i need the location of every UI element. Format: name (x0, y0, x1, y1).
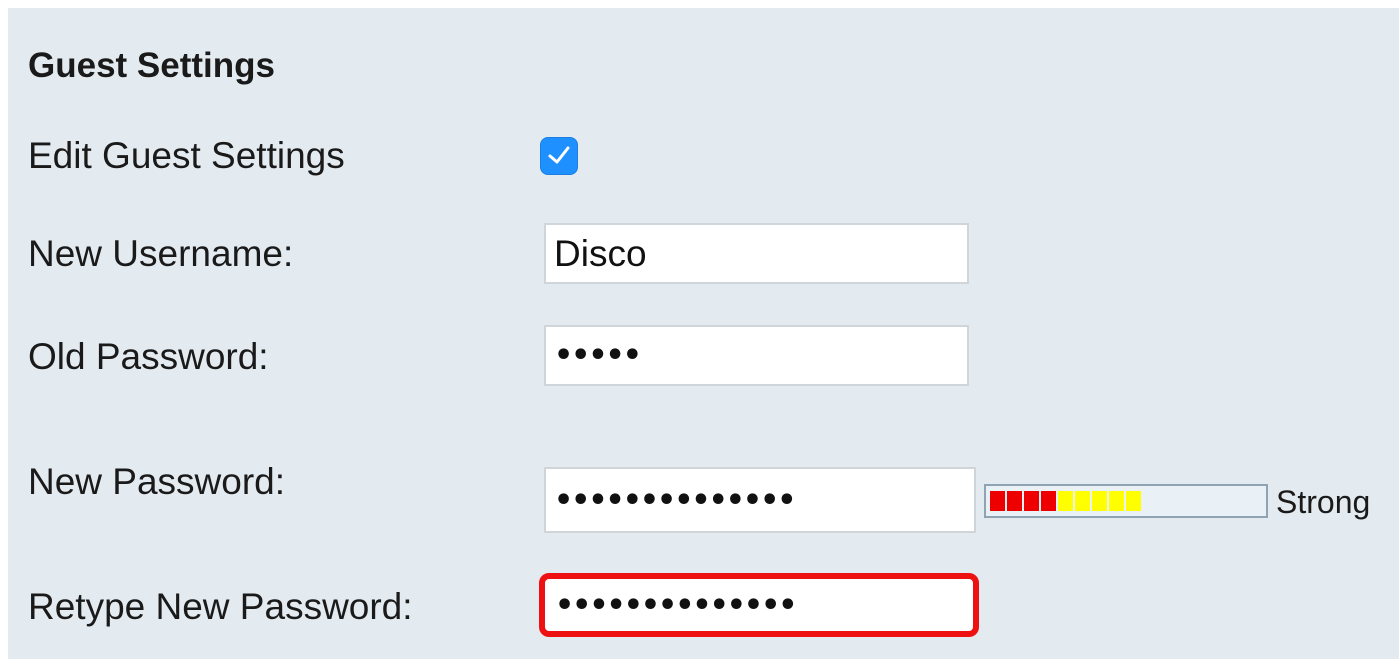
strength-segment (1228, 491, 1243, 511)
retype-new-password-input[interactable] (539, 573, 979, 637)
section-title: Guest Settings (28, 46, 275, 85)
strength-segment (1143, 491, 1158, 511)
guest-settings-panel: Guest Settings Edit Guest Settings New U… (8, 8, 1399, 659)
checkmark-icon (548, 146, 570, 164)
strength-segment (1109, 491, 1124, 511)
password-strength-meter (984, 484, 1268, 518)
strength-segment (1041, 491, 1056, 511)
new-username-input[interactable] (544, 223, 969, 284)
strength-segment (1194, 491, 1209, 511)
strength-segment (1177, 491, 1192, 511)
strength-segment (1211, 491, 1226, 511)
strength-segment (1092, 491, 1107, 511)
old-password-input[interactable] (544, 325, 969, 386)
old-password-label: Old Password: (28, 336, 269, 377)
strength-segment (1245, 491, 1260, 511)
strength-segment (1075, 491, 1090, 511)
password-strength-label: Strong (1276, 484, 1371, 520)
retype-new-password-label: Retype New Password: (28, 586, 413, 627)
new-password-input[interactable] (544, 467, 976, 533)
strength-segment (1160, 491, 1175, 511)
new-username-label: New Username: (28, 233, 294, 274)
strength-segment (1024, 491, 1039, 511)
strength-segment (1007, 491, 1022, 511)
strength-segment (1126, 491, 1141, 511)
strength-segment (990, 491, 1005, 511)
new-password-label: New Password: (28, 461, 286, 502)
edit-guest-settings-checkbox[interactable] (540, 137, 578, 175)
edit-guest-settings-label: Edit Guest Settings (28, 135, 345, 176)
strength-segment (1058, 491, 1073, 511)
